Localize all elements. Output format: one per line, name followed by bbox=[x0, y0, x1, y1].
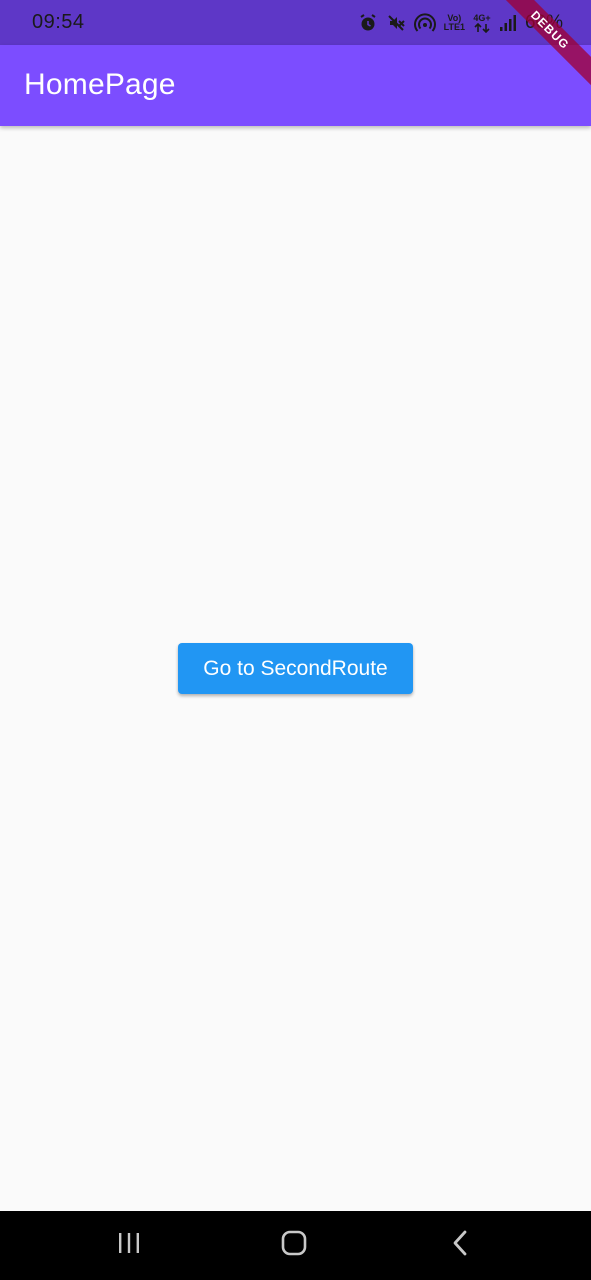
back-button[interactable] bbox=[420, 1211, 500, 1280]
recent-apps-button[interactable] bbox=[89, 1211, 169, 1280]
status-bar: 09:54 Vo) LTE1 4G+ 60% bbox=[0, 0, 591, 45]
home-icon bbox=[280, 1229, 308, 1262]
go-to-second-route-button[interactable]: Go to SecondRoute bbox=[178, 643, 413, 694]
hotspot-icon bbox=[413, 13, 436, 33]
recent-apps-icon bbox=[116, 1231, 142, 1260]
mute-icon bbox=[386, 13, 406, 33]
signal-icon bbox=[499, 14, 517, 32]
navigation-bar bbox=[0, 1211, 591, 1280]
app-bar: HomePage bbox=[0, 45, 591, 126]
status-icons: Vo) LTE1 4G+ 60% bbox=[358, 10, 563, 36]
page-title: HomePage bbox=[24, 68, 176, 101]
screen: 09:54 Vo) LTE1 4G+ 60% HomePage DEBUG Go… bbox=[0, 0, 591, 1280]
status-time: 09:54 bbox=[32, 11, 85, 33]
back-icon bbox=[450, 1229, 470, 1262]
network-bottom-label: LTE1 bbox=[443, 22, 465, 32]
data-arrows-icon: 4G+ bbox=[473, 12, 491, 33]
volte-icon: Vo) LTE1 bbox=[444, 14, 465, 32]
battery-percent: 60% bbox=[524, 12, 563, 33]
home-button[interactable] bbox=[254, 1211, 334, 1280]
data-type-label: 4G+ bbox=[473, 12, 491, 23]
alarm-icon bbox=[358, 13, 378, 33]
